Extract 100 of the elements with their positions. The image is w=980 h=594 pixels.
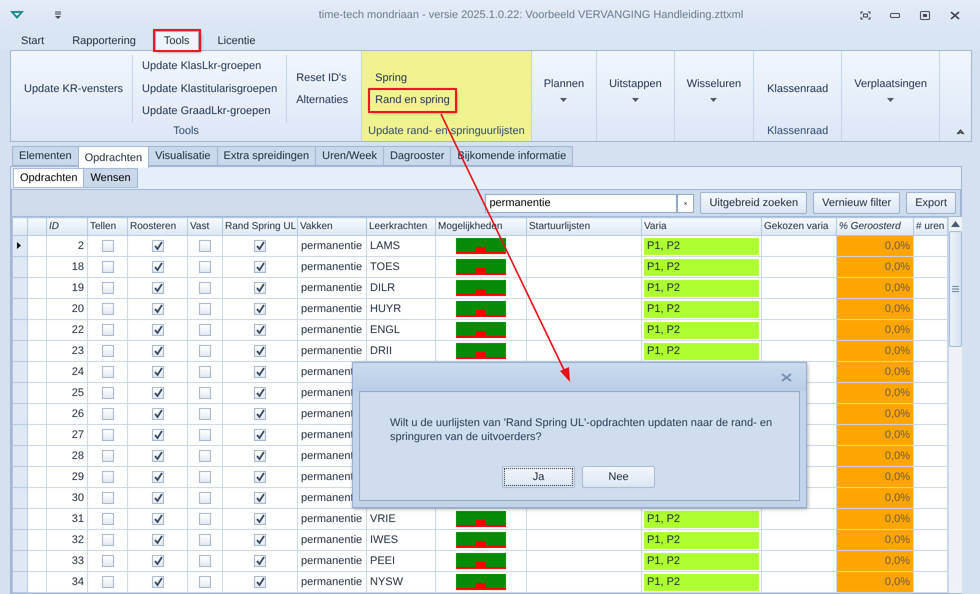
checkbox[interactable] [152, 408, 164, 420]
checkbox[interactable] [199, 408, 211, 420]
checkbox[interactable] [102, 282, 114, 294]
checkbox[interactable] [102, 386, 114, 399]
dialog-button[interactable]: Nee [582, 466, 655, 488]
ribbon-dropdown[interactable]: Verplaatsingen [842, 51, 940, 141]
tab[interactable]: Opdrachten [13, 168, 84, 188]
checkbox[interactable] [199, 554, 211, 567]
tab[interactable]: Extra spreidingen [216, 146, 316, 166]
checkbox[interactable] [152, 366, 164, 378]
checkbox[interactable] [199, 470, 211, 483]
menu-tab[interactable]: Rapportering [63, 31, 145, 50]
checkbox[interactable] [102, 492, 114, 504]
clear-button[interactable] [677, 194, 694, 212]
checkbox[interactable] [152, 282, 164, 294]
column-header[interactable]: # uren [914, 218, 948, 236]
dialog-button[interactable]: Ja [502, 466, 575, 488]
checkbox[interactable] [102, 344, 114, 357]
ribbon-button[interactable]: Update KlasLkr-groepen [137, 56, 282, 77]
checkbox[interactable] [152, 302, 164, 315]
checkbox[interactable] [199, 512, 211, 525]
checkbox[interactable] [254, 408, 266, 420]
ribbon-button[interactable]: Rand en spring [370, 90, 455, 110]
column-header[interactable]: Vast [188, 218, 222, 236]
checkbox[interactable] [254, 302, 266, 315]
checkbox[interactable] [199, 282, 211, 294]
checkbox[interactable] [152, 450, 164, 462]
tab[interactable]: Opdrachten [78, 146, 150, 168]
checkbox[interactable] [254, 450, 266, 462]
checkbox[interactable] [152, 324, 164, 336]
checkbox[interactable] [199, 324, 211, 336]
fullscreen-icon[interactable] [860, 10, 870, 20]
checkbox[interactable] [152, 576, 164, 588]
checkbox[interactable] [199, 240, 211, 252]
tab[interactable]: Dagrooster [382, 146, 452, 166]
checkbox[interactable] [199, 492, 211, 504]
checkbox[interactable] [102, 512, 114, 525]
checkbox[interactable] [102, 302, 114, 315]
checkbox[interactable] [102, 408, 114, 420]
toolbar-button[interactable]: Export [906, 192, 956, 214]
checkbox[interactable] [254, 324, 266, 336]
ribbon-dropdown[interactable]: Wisseluren [674, 51, 754, 141]
ribbon-button[interactable]: Update GraadLkr-groepen [137, 101, 282, 122]
checkbox[interactable] [102, 534, 114, 546]
column-header[interactable]: % Geroosterd [836, 218, 914, 236]
tab[interactable]: Wensen [83, 168, 138, 188]
checkbox[interactable] [199, 534, 211, 546]
checkbox[interactable] [254, 492, 266, 504]
checkbox[interactable] [254, 512, 266, 525]
ribbon-button[interactable]: Spring [370, 68, 455, 88]
scrollbar-thumb[interactable] [949, 231, 962, 347]
checkbox[interactable] [254, 260, 266, 273]
checkbox[interactable] [102, 428, 114, 441]
maximize-icon[interactable] [920, 10, 930, 20]
checkbox[interactable] [254, 554, 266, 567]
checkbox[interactable] [199, 260, 211, 273]
column-header[interactable]: Leerkrachten [366, 218, 436, 236]
checkbox[interactable] [254, 576, 266, 588]
checkbox[interactable] [152, 260, 164, 273]
ribbon-button[interactable]: Klassenraad [762, 78, 834, 100]
checkbox[interactable] [254, 344, 266, 357]
checkbox[interactable] [102, 554, 114, 567]
close-icon[interactable] [950, 10, 960, 20]
checkbox[interactable] [254, 240, 266, 252]
toolbar-button[interactable]: Vernieuw filter [813, 192, 900, 214]
checkbox[interactable] [152, 534, 164, 546]
column-header[interactable]: Gekozen varia [762, 218, 836, 236]
ribbon-button[interactable]: Reset ID's [291, 68, 354, 88]
checkbox[interactable] [254, 428, 266, 441]
tab[interactable]: Elementen [12, 146, 79, 166]
checkbox[interactable] [199, 366, 211, 378]
checkbox[interactable] [254, 534, 266, 546]
app-logo-icon[interactable] [10, 10, 24, 20]
checkbox[interactable] [199, 576, 211, 588]
ribbon-dropdown[interactable]: Uitstappen [597, 51, 675, 141]
checkbox[interactable] [152, 492, 164, 504]
minimize-icon[interactable] [890, 12, 900, 18]
checkbox[interactable] [254, 386, 266, 399]
menu-tab[interactable]: Tools [154, 31, 199, 50]
collapse-ribbon-icon[interactable] [956, 129, 965, 135]
column-header[interactable]: Startuurlijsten [526, 218, 642, 236]
checkbox[interactable] [199, 386, 211, 399]
column-header[interactable]: Roosteren [128, 218, 188, 236]
toolbar-button[interactable]: Uitgebreid zoeken [700, 192, 808, 214]
column-header[interactable]: Vakken [298, 218, 366, 236]
checkbox[interactable] [102, 366, 114, 378]
ribbon-dropdown[interactable]: Plannen [532, 51, 598, 141]
scroll-up-icon[interactable] [951, 221, 960, 227]
checkbox[interactable] [102, 324, 114, 336]
ribbon-button[interactable]: Update KR-vensters [19, 78, 128, 100]
checkbox[interactable] [152, 240, 164, 252]
ribbon-button[interactable]: Update Klastitularisgroepen [137, 78, 282, 100]
checkbox[interactable] [254, 470, 266, 483]
checkbox[interactable] [102, 450, 114, 462]
checkbox[interactable] [102, 240, 114, 252]
ribbon-button[interactable]: Alternaties [291, 90, 354, 110]
checkbox[interactable] [199, 302, 211, 315]
checkbox[interactable] [199, 450, 211, 462]
tab[interactable]: Visualisatie [148, 146, 218, 166]
column-header[interactable]: ID [46, 218, 88, 236]
